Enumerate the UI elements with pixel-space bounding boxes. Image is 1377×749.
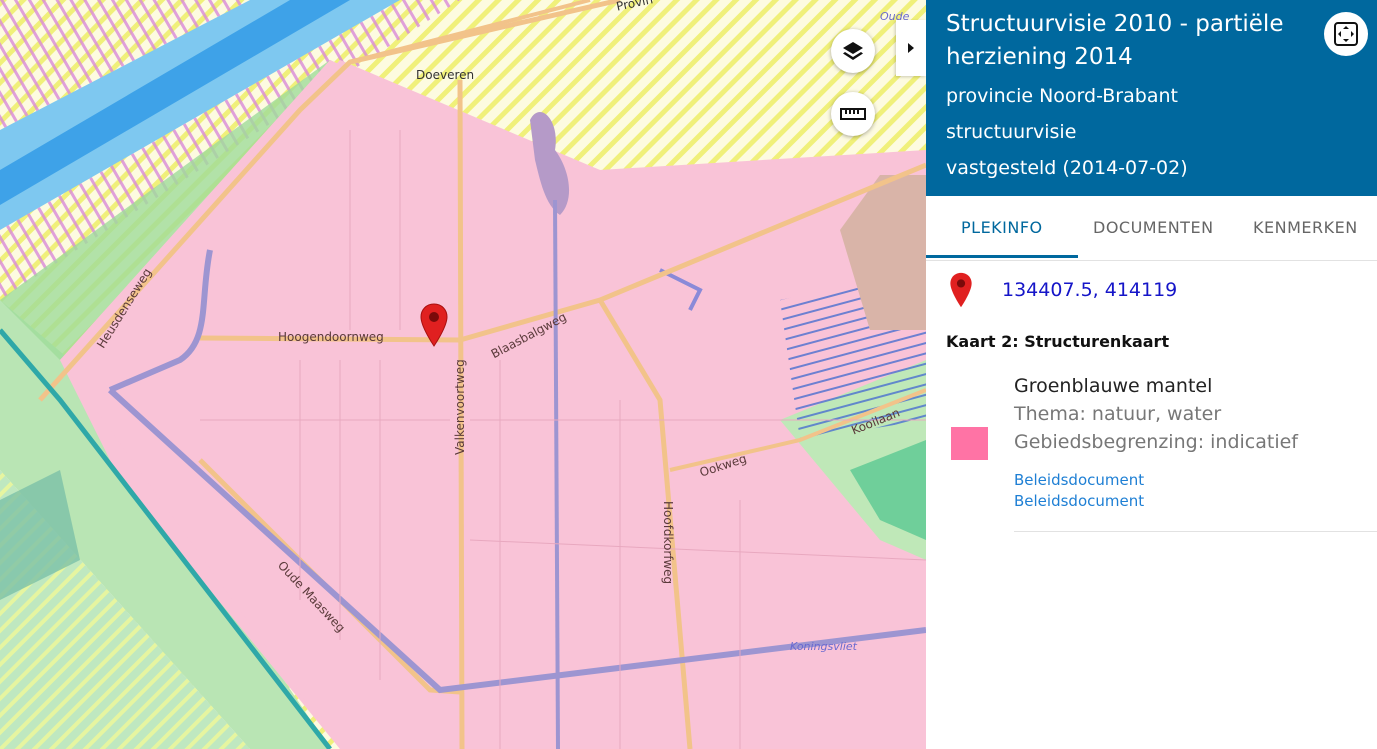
measure-button[interactable] (831, 92, 875, 136)
feature-boundary: Gebiedsbegrenzing: indicatief (1014, 431, 1298, 453)
feature-theme: Thema: natuur, water (1014, 403, 1222, 425)
legend-swatch (951, 427, 988, 460)
fullscreen-button[interactable] (1324, 12, 1368, 56)
layers-button[interactable] (831, 29, 875, 73)
tab-plekinfo[interactable]: PLEKINFO (961, 218, 1043, 237)
plan-title: Structuurvisie 2010 - partiële herzienin… (946, 11, 1284, 70)
active-tab-indicator (926, 255, 1078, 258)
plan-status: vastgesteld (2014-07-02) (946, 157, 1188, 179)
plan-owner: provincie Noord-Brabant (946, 85, 1178, 107)
water-label-koningsvliet: Koningsvliet (790, 640, 857, 653)
policy-document-link[interactable]: Beleidsdocument (1014, 492, 1144, 510)
street-label-hoofdkorfweg: Hoofdkorfweg (661, 501, 675, 585)
map-view[interactable]: Doeveren Provin Oude Heusdenseweg Hoogen… (0, 0, 926, 749)
street-label-valkenvoortweg: Valkenvoortweg (453, 359, 467, 455)
panel-tabs: PLEKINFO DOCUMENTEN KENMERKEN (926, 196, 1377, 261)
street-label-hoogendoornweg: Hoogendoornweg (278, 330, 384, 344)
location-marker-icon[interactable] (420, 303, 448, 351)
tab-kenmerken[interactable]: KENMERKEN (1253, 218, 1358, 237)
info-panel: Structuurvisie 2010 - partiële herzienin… (926, 0, 1377, 749)
place-label-doeveren: Doeveren (416, 68, 475, 82)
layers-icon (843, 42, 863, 60)
ruler-icon (840, 108, 866, 120)
collapse-panel-button[interactable] (896, 20, 926, 76)
map-section-title: Kaart 2: Structurenkaart (946, 332, 1170, 351)
plan-type: structuurvisie (946, 121, 1077, 143)
caret-right-icon (908, 43, 914, 53)
coordinate-row: 134407.5, 414119 (948, 272, 1177, 308)
feature-name: Groenblauwe mantel (1014, 375, 1213, 397)
tab-documenten[interactable]: DOCUMENTEN (1093, 218, 1214, 237)
policy-document-link[interactable]: Beleidsdocument (1014, 471, 1144, 489)
location-pin-icon (950, 272, 972, 308)
divider (1014, 531, 1377, 532)
panel-header: Structuurvisie 2010 - partiële herzienin… (926, 0, 1377, 196)
coordinates-link[interactable]: 134407.5, 414119 (1002, 279, 1177, 301)
expand-icon (1334, 22, 1358, 46)
